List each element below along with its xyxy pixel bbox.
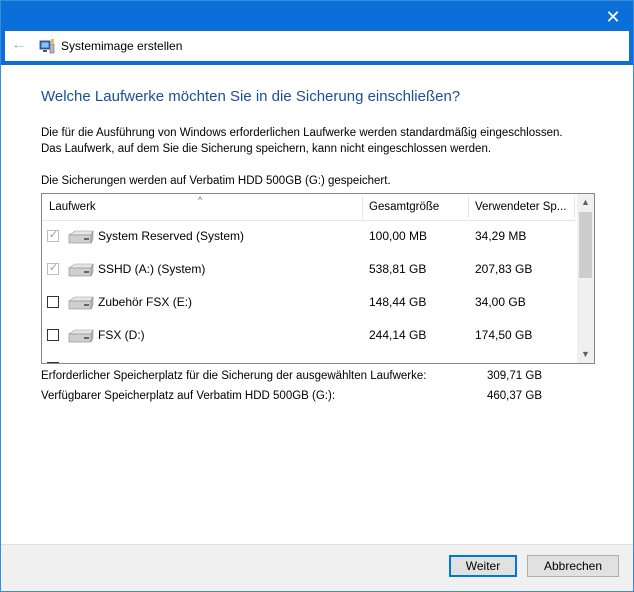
button-bar: Weiter Abbrechen — [1, 544, 633, 591]
required-space-label: Erforderlicher Speicherplatz für die Sic… — [41, 370, 427, 382]
scroll-up-icon[interactable]: ▲ — [577, 194, 594, 211]
column-header-drive-label: Laufwerk — [49, 201, 96, 213]
drive-row-partial[interactable] — [42, 352, 576, 363]
drive-list-header: Laufwerk ^ Gesamtgröße Verwendeter Sp... — [42, 194, 576, 221]
drive-name: Zubehör FSX (E:) — [98, 295, 193, 309]
drive-name: System Reserved (System) — [98, 229, 245, 243]
drive-row[interactable]: FSX (D:) 244,14 GB 174,50 GB — [42, 319, 576, 352]
page-heading: Welche Laufwerke möchten Sie in die Sich… — [41, 88, 461, 105]
hard-drive-icon — [68, 329, 94, 343]
scroll-down-icon[interactable]: ▼ — [577, 346, 594, 363]
drive-checkbox[interactable] — [47, 362, 59, 363]
drive-used-space: 207,83 GB — [475, 262, 533, 276]
sort-ascending-icon: ^ — [198, 195, 203, 205]
drive-name: FSX (D:) — [98, 328, 145, 342]
drive-total-size: 100,00 MB — [369, 229, 428, 243]
drive-used-space: 34,29 MB — [475, 229, 527, 243]
drive-checkbox[interactable] — [47, 329, 59, 341]
info-line-2: Das Laufwerk, auf dem Sie die Sicherung … — [41, 143, 492, 155]
drive-total-size: 148,44 GB — [369, 295, 427, 309]
vertical-scrollbar[interactable]: ▲ ▼ — [577, 194, 594, 363]
column-header-total-size[interactable]: Gesamtgröße — [362, 194, 468, 220]
drive-checkbox[interactable]: ✓ — [47, 262, 59, 275]
drive-list[interactable]: Laufwerk ^ Gesamtgröße Verwendeter Sp...… — [41, 193, 595, 364]
drive-name: SSHD (A:) (System) — [98, 262, 206, 276]
backup-destination-text: Die Sicherungen werden auf Verbatim HDD … — [41, 175, 391, 187]
system-image-app-icon — [39, 39, 55, 54]
back-arrow-icon[interactable]: ← — [11, 37, 27, 53]
info-text: Die für die Ausführung von Windows erfor… — [41, 125, 563, 157]
drive-used-space: 34,00 GB — [475, 295, 526, 309]
next-button[interactable]: Weiter — [449, 555, 517, 577]
scrollbar-thumb[interactable] — [579, 212, 592, 278]
column-header-used-space[interactable]: Verwendeter Sp... — [468, 194, 574, 220]
available-space-label: Verfügbarer Speicherplatz auf Verbatim H… — [41, 390, 336, 402]
drive-row[interactable]: Zubehör FSX (E:) 148,44 GB 34,00 GB — [42, 286, 576, 319]
info-line-1: Die für die Ausführung von Windows erfor… — [41, 127, 563, 139]
drive-checkbox[interactable]: ✓ — [47, 229, 59, 242]
dialog-window: ✕ ← Systemimage erstellen Welche Laufwer… — [0, 0, 634, 592]
checkmark-icon: ✓ — [48, 262, 59, 274]
close-icon[interactable]: ✕ — [603, 7, 623, 27]
checkmark-icon: ✓ — [48, 229, 59, 241]
navigation-bar: ← Systemimage erstellen — [5, 31, 629, 61]
drive-total-size: 244,14 GB — [369, 328, 427, 342]
drive-used-space: 174,50 GB — [475, 328, 533, 342]
hard-drive-icon — [68, 296, 94, 310]
hard-drive-icon — [68, 263, 94, 277]
drive-row[interactable]: ✓ System Reserved (System) 100,00 MB 34,… — [42, 220, 576, 253]
window-title: Systemimage erstellen — [61, 39, 183, 53]
drive-checkbox[interactable] — [47, 296, 59, 308]
column-header-drive[interactable]: Laufwerk ^ — [42, 194, 362, 220]
column-divider[interactable] — [574, 196, 575, 218]
hard-drive-icon — [68, 230, 94, 244]
drive-total-size: 538,81 GB — [369, 262, 427, 276]
cancel-button[interactable]: Abbrechen — [527, 555, 619, 577]
required-space-value: 309,71 GB — [487, 370, 542, 382]
available-space-value: 460,37 GB — [487, 390, 542, 402]
drive-row[interactable]: ✓ SSHD (A:) (System) 538,81 GB 207,83 GB — [42, 253, 576, 286]
